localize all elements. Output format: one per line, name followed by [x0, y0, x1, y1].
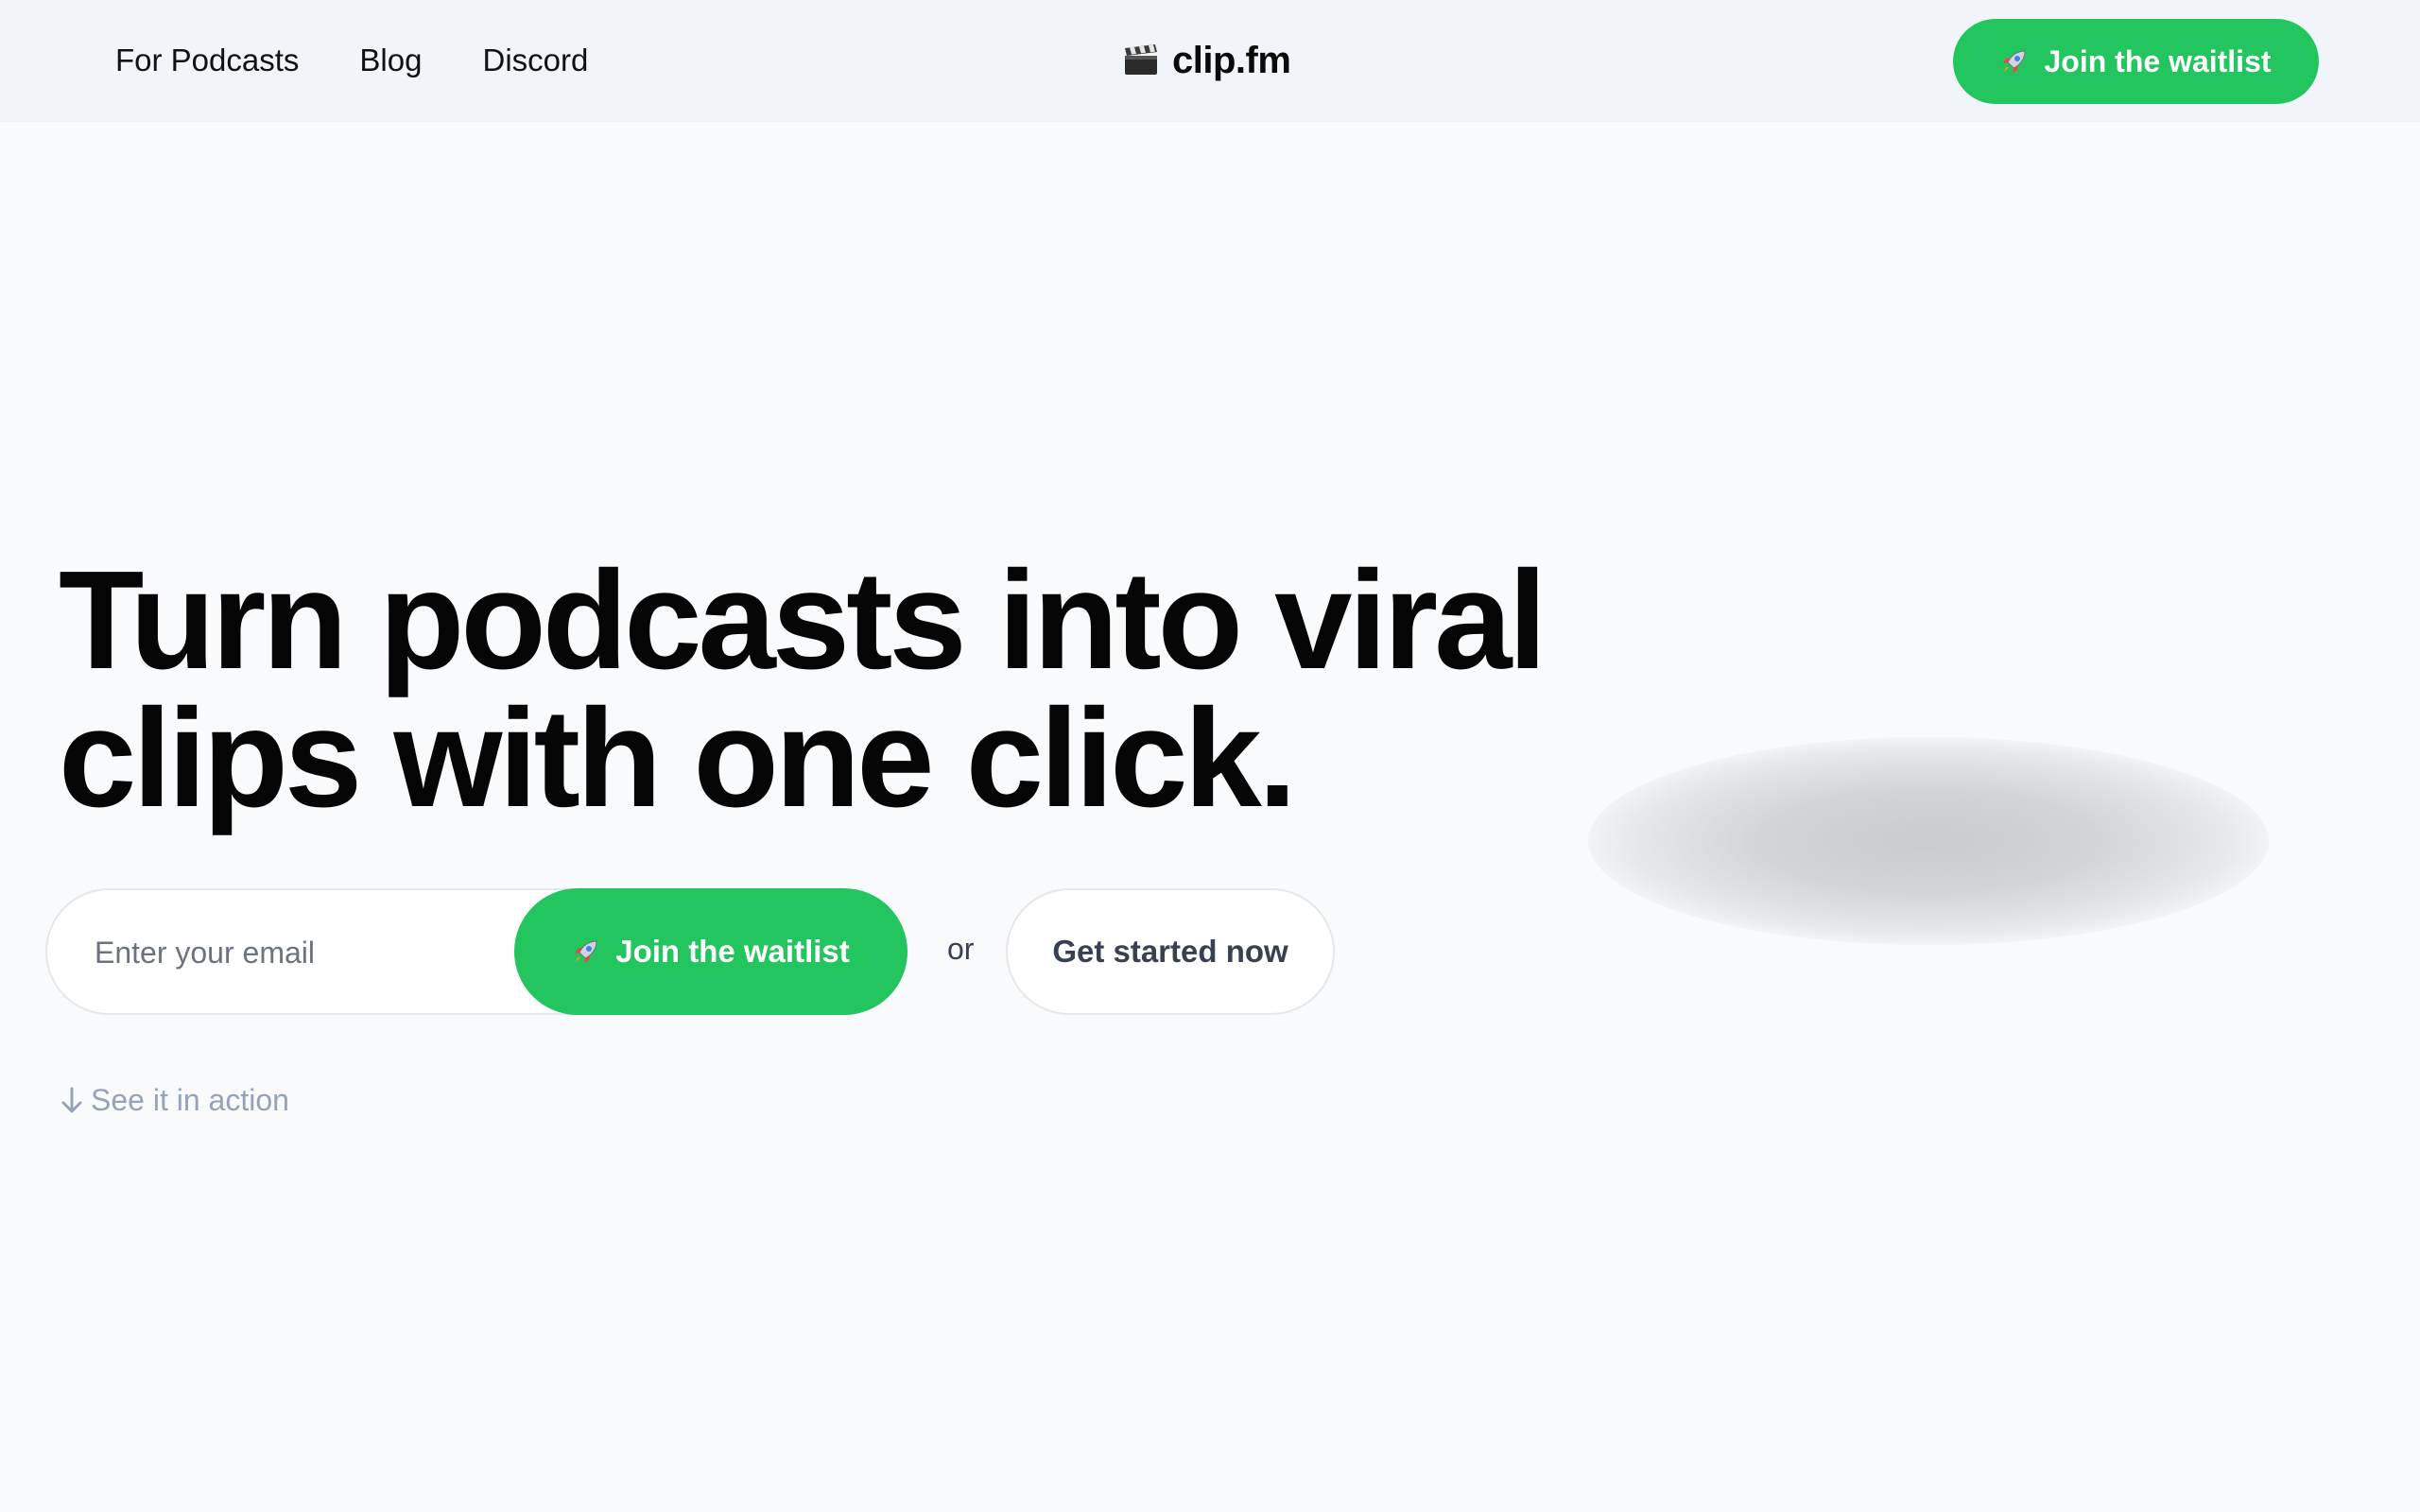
- arrow-down-icon: [59, 1085, 85, 1117]
- header-join-waitlist-label: Join the waitlist: [2044, 43, 2272, 78]
- nav-link-discord[interactable]: Discord: [482, 43, 588, 78]
- see-it-in-action-label: See it in action: [91, 1083, 289, 1117]
- primary-nav: For Podcasts Blog Discord: [115, 0, 588, 121]
- nav-link-blog[interactable]: Blog: [359, 43, 422, 78]
- hero-join-waitlist-label: Join the waitlist: [615, 934, 850, 969]
- video-placeholder-shadow: [1588, 737, 2269, 945]
- see-it-in-action-link[interactable]: See it in action: [59, 1083, 289, 1118]
- rocket-icon: [572, 937, 600, 966]
- header-join-waitlist-button[interactable]: Join the waitlist: [1953, 19, 2319, 104]
- email-input[interactable]: [93, 890, 541, 1015]
- brand-name: clip.fm: [1172, 39, 1291, 81]
- hero-join-waitlist-button[interactable]: Join the waitlist: [514, 888, 908, 1015]
- hero-headline: Turn podcasts into viral clips with one …: [59, 542, 1547, 836]
- rocket-icon: [2000, 47, 2029, 76]
- top-navigation-bar: For Podcasts Blog Discord clip.fm Join t…: [0, 0, 2420, 122]
- or-separator: or: [947, 932, 975, 966]
- clapperboard-icon: [1123, 44, 1159, 77]
- nav-link-for-podcasts[interactable]: For Podcasts: [115, 43, 299, 78]
- waitlist-form: Join the waitlist: [45, 888, 908, 1015]
- brand-logo[interactable]: clip.fm: [1123, 0, 1291, 121]
- get-started-button[interactable]: Get started now: [1006, 888, 1335, 1015]
